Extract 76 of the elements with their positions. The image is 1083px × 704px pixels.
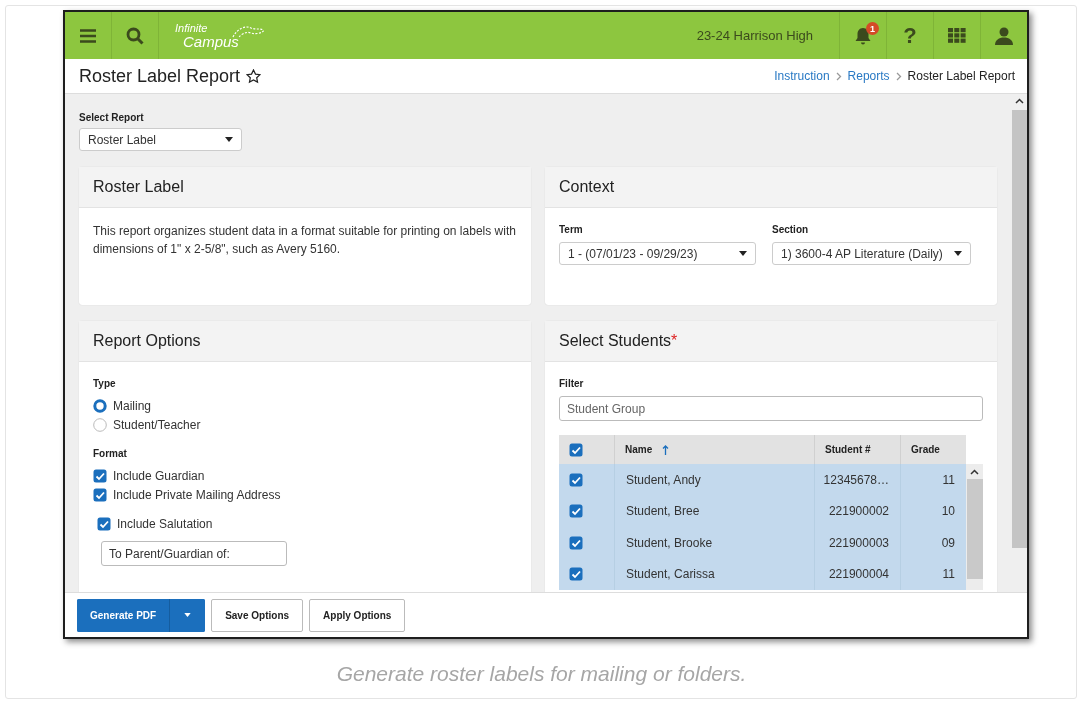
sort-arrow-icon bbox=[662, 444, 670, 455]
options-button[interactable]: Save Options bbox=[211, 598, 304, 632]
option-label: Include Private Mailing Address bbox=[113, 486, 281, 504]
caret-icon bbox=[739, 251, 747, 256]
card-title: Report Options bbox=[79, 321, 531, 362]
table-cell: 12345678… bbox=[814, 464, 900, 496]
caret-icon bbox=[184, 613, 192, 617]
help-button[interactable]: ? bbox=[886, 12, 933, 59]
table-cell: 11 bbox=[900, 464, 966, 496]
school-name: 23-24 Harrison High bbox=[696, 28, 813, 43]
table-cell: Student, Bree bbox=[614, 495, 814, 527]
chevron-icon bbox=[835, 71, 842, 81]
page-title: Roster Label Report bbox=[79, 65, 241, 87]
option-label: Include Salutation bbox=[117, 515, 213, 533]
notifications-button[interactable]: 1 bbox=[839, 12, 886, 59]
breadcrumb-link[interactable]: Instruction bbox=[774, 69, 830, 83]
scrollbar[interactable] bbox=[966, 464, 983, 590]
report-dropdown[interactable]: Roster Label bbox=[79, 128, 242, 151]
caret-icon bbox=[225, 137, 233, 142]
checkbox[interactable] bbox=[569, 472, 583, 487]
option-label: Mailing bbox=[113, 397, 151, 415]
table-cell: 11 bbox=[900, 558, 966, 590]
card-title: Context bbox=[545, 167, 997, 208]
checkbox[interactable] bbox=[97, 516, 111, 531]
description-text: This report organizes student data in a format suitable for printing on labels with dimensions of 1" x 2-5/8", such as Avery 5160. bbox=[93, 223, 517, 258]
checkbox[interactable] bbox=[569, 535, 583, 550]
column-header[interactable]: Grade bbox=[900, 435, 966, 464]
option-label: Student/Teacher bbox=[113, 416, 201, 434]
scroll-up-icon bbox=[1014, 98, 1024, 104]
checkbox[interactable] bbox=[569, 567, 583, 582]
field-label: Format bbox=[93, 447, 128, 461]
table-cell: 221900004 bbox=[814, 558, 900, 590]
field-label: Select Report bbox=[79, 112, 145, 123]
field-label: Term bbox=[559, 223, 584, 237]
chevron-icon bbox=[895, 71, 902, 81]
radio-button[interactable] bbox=[93, 398, 107, 413]
breadcrumb-link[interactable]: Reports bbox=[847, 69, 890, 83]
checkbox[interactable] bbox=[93, 468, 107, 483]
table-cell: Student, Brooke bbox=[614, 527, 814, 559]
menu-icon bbox=[80, 28, 96, 43]
user-icon bbox=[995, 26, 1013, 45]
breadcrumb-current: Roster Label Report bbox=[907, 69, 1015, 83]
table-cell: 221900003 bbox=[814, 527, 900, 559]
checkbox[interactable] bbox=[569, 504, 583, 519]
star-icon[interactable] bbox=[246, 68, 262, 84]
search-icon bbox=[126, 26, 144, 45]
card-title: Roster Label bbox=[79, 167, 531, 208]
table-cell: 09 bbox=[900, 527, 966, 559]
options-button[interactable]: Apply Options bbox=[309, 598, 406, 632]
scroll-up-icon bbox=[970, 469, 979, 475]
card-title: Select Students* bbox=[545, 321, 997, 362]
logo-text: Campus bbox=[183, 33, 239, 49]
column-header[interactable]: Student # bbox=[814, 435, 900, 464]
logo-text: Infinite bbox=[175, 22, 209, 34]
checkbox[interactable] bbox=[93, 487, 107, 502]
table-cell: Student, Andy bbox=[614, 464, 814, 496]
table-cell: 10 bbox=[900, 495, 966, 527]
column-header[interactable]: Name bbox=[614, 435, 814, 464]
caption: Generate roster labels for mailing or folders. bbox=[335, 662, 748, 686]
caret-icon bbox=[954, 251, 962, 256]
table-cell: 221900002 bbox=[814, 495, 900, 527]
filter-field[interactable]: Student Group bbox=[559, 396, 983, 421]
bell-icon bbox=[854, 26, 872, 45]
select-field[interactable]: 1 - (07/01/23 - 09/29/23) bbox=[559, 242, 756, 265]
dropdown-button[interactable] bbox=[169, 598, 206, 632]
select-field[interactable]: 1) 3600-4 AP Literature (Daily) bbox=[772, 242, 971, 265]
field-label: Type bbox=[93, 377, 117, 391]
option-label: Include Guardian bbox=[113, 467, 205, 485]
salutation-field[interactable]: To Parent/Guardian of: bbox=[101, 541, 287, 566]
select-all-checkbox[interactable] bbox=[569, 442, 583, 457]
table-cell: Student, Carissa bbox=[614, 558, 814, 590]
notification-badge: 1 bbox=[866, 22, 879, 35]
radio-button[interactable] bbox=[93, 417, 107, 432]
grid-icon bbox=[948, 28, 966, 43]
field-label: Filter bbox=[559, 377, 585, 391]
field-label: Section bbox=[772, 223, 810, 237]
